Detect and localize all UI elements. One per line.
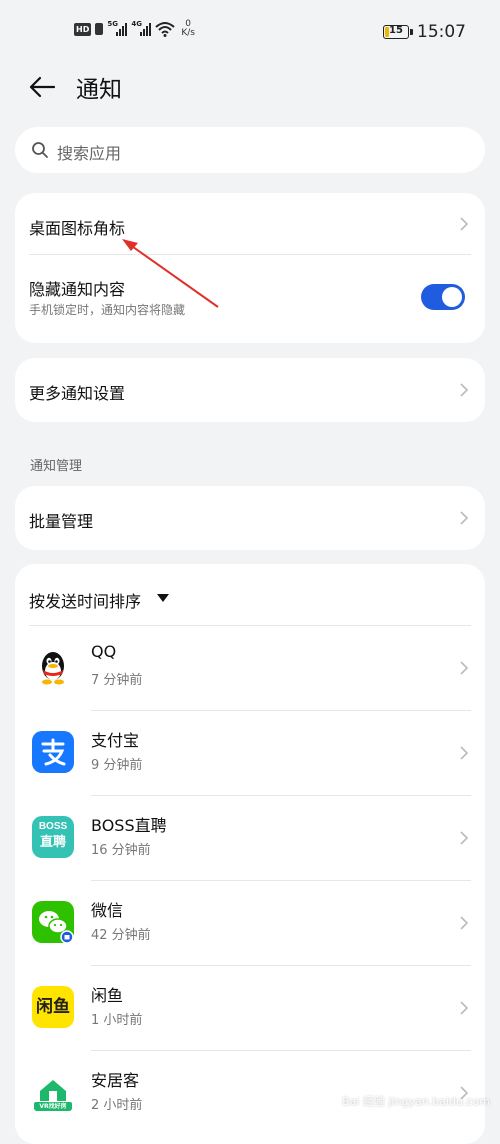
app-name: 微信 (91, 901, 124, 920)
status-icons-left: HD 5G 4G 0 K/s (74, 20, 195, 38)
xianyu-icon: 闲鱼 (32, 986, 74, 1028)
signal-5g-icon: 5G (107, 20, 128, 36)
clock: 15:07 (417, 22, 466, 42)
chevron-right-icon (460, 831, 469, 845)
app-row-qq[interactable]: QQ 7 分钟前 (15, 626, 485, 711)
app-name: QQ (91, 642, 117, 661)
app-row-boss[interactable]: BOSS 直聘 BOSS直聘 16 分钟前 (15, 796, 485, 881)
app-row-wechat[interactable]: 微信 42 分钟前 (15, 881, 485, 966)
sim-icon (95, 23, 104, 35)
net-speed: 0 K/s (181, 19, 195, 38)
desktop-badge-label: 桌面图标角标 (29, 219, 126, 238)
app-name: 支付宝 (91, 731, 140, 750)
app-time: 7 分钟前 (91, 673, 143, 688)
title-bar: 通知 (0, 62, 500, 112)
dropdown-triangle-icon (157, 594, 169, 602)
back-arrow-icon[interactable] (28, 74, 56, 100)
chevron-right-icon (460, 217, 469, 231)
app-time: 16 分钟前 (91, 843, 151, 858)
app-row-xianyu[interactable]: 闲鱼 闲鱼 1 小时前 (15, 966, 485, 1051)
batch-management-label: 批量管理 (29, 512, 94, 531)
chevron-right-icon (460, 1001, 469, 1015)
app-row-alipay[interactable]: 支付宝 9 分钟前 (15, 711, 485, 796)
search-placeholder: 搜索应用 (57, 144, 122, 163)
chevron-right-icon (460, 661, 469, 675)
hide-content-row[interactable]: 隐藏通知内容 手机锁定时，通知内容将隐藏 (15, 255, 485, 343)
signal-4g-icon: 4G (131, 20, 152, 36)
more-settings-row[interactable]: 更多通知设置 (15, 358, 485, 422)
desktop-badge-row[interactable]: 桌面图标角标 (15, 193, 485, 255)
chevron-right-icon (460, 746, 469, 760)
page-title: 通知 (76, 77, 122, 103)
wifi-icon (155, 22, 176, 37)
qq-icon (32, 646, 74, 688)
watermark: Bai 经验 jingyan.baidu.com (342, 1095, 490, 1108)
status-icons-right: 15 15:07 (383, 22, 466, 42)
chevron-right-icon (460, 383, 469, 397)
batch-management-row[interactable]: 批量管理 (15, 486, 485, 550)
anjuke-icon: VR找好房 (32, 1071, 74, 1113)
status-bar: HD 5G 4G 0 K/s 15 15:07 (0, 0, 500, 62)
hd-indicator: HD (74, 22, 92, 36)
battery-icon: 15 (383, 25, 413, 39)
section-label-management: 通知管理 (30, 459, 83, 474)
app-name: 闲鱼 (91, 986, 124, 1005)
app-name: 安居客 (91, 1071, 140, 1090)
chevron-right-icon (460, 916, 469, 930)
sort-label: 按发送时间排序 (29, 592, 142, 611)
more-settings-label: 更多通知设置 (29, 384, 126, 403)
hide-content-label: 隐藏通知内容 (29, 280, 126, 299)
search-icon (32, 142, 48, 158)
toggle-knob (442, 287, 462, 307)
alipay-icon (32, 731, 74, 773)
wechat-icon (32, 901, 74, 944)
chevron-right-icon (460, 511, 469, 525)
app-time: 9 分钟前 (91, 758, 143, 773)
sort-dropdown[interactable]: 按发送时间排序 (15, 564, 215, 626)
hide-content-toggle[interactable] (421, 284, 465, 310)
app-time: 42 分钟前 (91, 928, 151, 943)
app-time: 2 小时前 (91, 1098, 143, 1113)
notification-settings-card: 桌面图标角标 隐藏通知内容 手机锁定时，通知内容将隐藏 (15, 193, 485, 343)
app-list-card: 按发送时间排序 QQ 7 分钟前 支付宝 9 分钟前 BOSS 直聘 BOSS直… (15, 564, 485, 1144)
app-name: BOSS直聘 (91, 816, 167, 835)
hide-content-description: 手机锁定时，通知内容将隐藏 (29, 303, 186, 317)
search-input[interactable]: 搜索应用 (15, 127, 485, 173)
boss-icon: BOSS 直聘 (32, 816, 74, 858)
app-time: 1 小时前 (91, 1013, 143, 1028)
